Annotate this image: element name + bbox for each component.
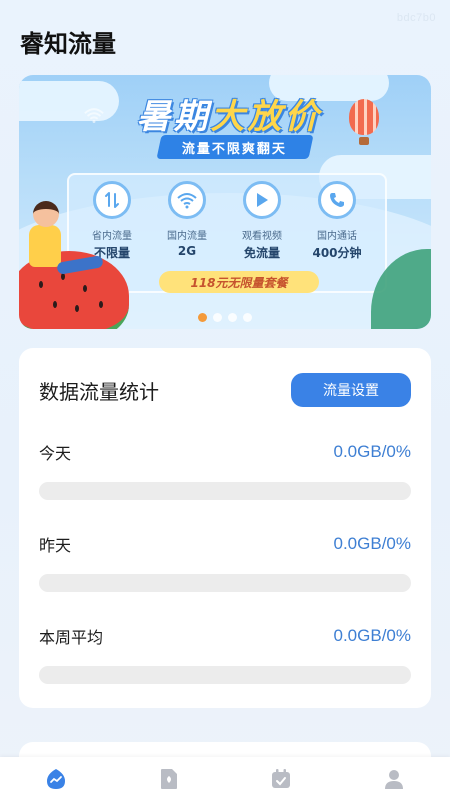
sim-card-icon — [160, 768, 177, 789]
feature-value: 2G — [177, 244, 197, 258]
phone-icon — [318, 181, 356, 219]
feature-national-data: 国内流量 2G — [152, 181, 222, 258]
stat-value: 0.0GB/0% — [333, 626, 412, 645]
banner-headline-part2: 大放价 — [210, 97, 322, 137]
nav-calendar[interactable] — [251, 757, 311, 800]
feature-value: 免流量 — [243, 246, 280, 260]
carousel-dot[interactable] — [213, 313, 222, 322]
banner-subtitle-text: 流量不限爽翻天 — [182, 141, 288, 157]
feature-video: 观看视频 免流量 — [227, 181, 297, 261]
stat-value: 0.0GB/0% — [333, 442, 412, 461]
stat-label: 本周平均 — [39, 628, 104, 647]
usage-progress-bar — [39, 666, 411, 684]
watermark: bdc7b0 — [396, 12, 436, 24]
bottom-nav — [0, 757, 450, 800]
usage-progress-bar — [39, 482, 411, 500]
feature-label: 观看视频 — [242, 231, 282, 242]
package-tag: 118元无限量套餐 — [159, 271, 319, 293]
usage-progress-bar — [39, 574, 411, 592]
hot-air-balloon-icon — [349, 99, 379, 135]
wifi-icon — [84, 108, 104, 123]
carousel-indicator[interactable] — [19, 313, 431, 322]
stat-value: 0.0GB/0% — [333, 534, 412, 553]
carousel-dot[interactable] — [198, 313, 207, 322]
nav-home[interactable] — [26, 757, 86, 800]
carousel-dot[interactable] — [228, 313, 237, 322]
feature-provincial-data: 省内流量 不限量 — [77, 181, 147, 261]
nav-profile[interactable] — [364, 757, 424, 800]
carousel-dot[interactable] — [243, 313, 252, 322]
feature-label: 省内流量 — [92, 231, 132, 242]
swap-arrows-icon — [93, 181, 131, 219]
play-icon — [243, 181, 281, 219]
calendar-icon — [272, 768, 291, 788]
banner-headline-part1: 暑期 — [136, 97, 211, 137]
feature-label: 国内流量 — [167, 231, 207, 242]
feature-value: 400分钟 — [312, 246, 362, 260]
card-title: 数据流量统计 — [39, 380, 159, 404]
banner-headline: 暑期大放价 — [119, 89, 339, 138]
page-title: 睿知流量 — [20, 30, 116, 58]
traffic-settings-button[interactable]: 流量设置 — [291, 373, 411, 407]
banner-subtitle: 流量不限爽翻天 — [156, 135, 314, 159]
stat-label: 今天 — [39, 444, 72, 463]
profile-icon — [384, 769, 403, 789]
wifi-icon — [168, 181, 206, 219]
home-stats-icon — [47, 768, 66, 789]
data-usage-card: 数据流量统计 流量设置 今天 0.0GB/0% 昨天 0.0GB/0% 本周平均… — [19, 348, 431, 708]
stat-label: 昨天 — [39, 536, 72, 555]
kid-illustration — [29, 225, 61, 267]
feature-label: 国内通话 — [317, 231, 357, 242]
promo-banner[interactable]: 暑期大放价 流量不限爽翻天 省内流量 不限量 国内流量 2G 观看视频 免流量 … — [19, 75, 431, 329]
nav-sim[interactable] — [139, 757, 199, 800]
feature-calls: 国内通话 400分钟 — [302, 181, 372, 261]
